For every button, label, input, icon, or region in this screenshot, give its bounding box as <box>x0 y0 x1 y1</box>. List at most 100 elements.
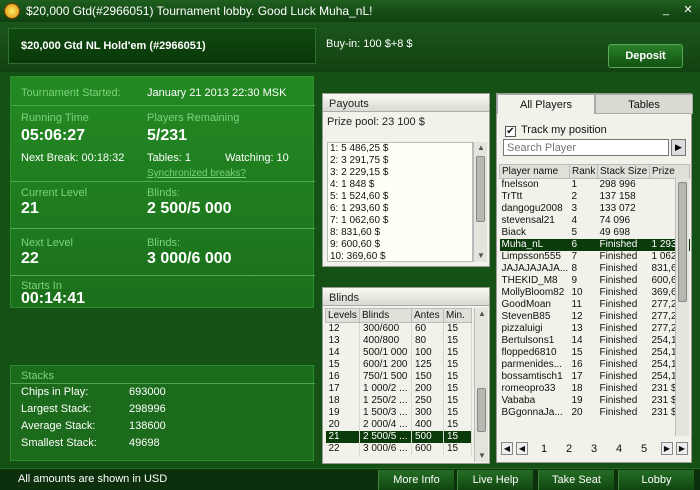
table-row: 22 3 000/6 ... 600 15 <box>325 442 472 455</box>
scroll-down-icon[interactable]: ▼ <box>474 250 488 262</box>
next-level-value: 22 <box>21 250 39 267</box>
scroll-thumb[interactable] <box>678 182 687 302</box>
table-row[interactable]: BGgonnaJa... 20 Finished 231 $ <box>500 407 690 419</box>
cell: Finished <box>599 287 638 298</box>
current-blinds-value: 2 500/5 000 <box>147 200 232 217</box>
page-link[interactable]: 5 <box>641 443 647 455</box>
table-row[interactable]: bossamtisch1 17 Finished 254,1... <box>500 371 690 383</box>
col-header[interactable]: Prize <box>649 164 690 179</box>
starts-in-value: 00:14:41 <box>21 290 86 307</box>
table-row[interactable]: Vababa 19 Finished 231 $ <box>500 395 690 407</box>
cell: 5 <box>571 227 578 238</box>
cell: 20 <box>571 407 583 418</box>
cell: 14 <box>571 335 583 346</box>
live-help-button[interactable]: Live Help <box>457 470 533 490</box>
search-go-icon[interactable]: ▶ <box>671 139 686 156</box>
players-scrollbar[interactable] <box>675 178 689 436</box>
col-header[interactable]: Min. <box>443 308 472 323</box>
track-position-checkbox[interactable]: ✔ <box>505 126 516 137</box>
scroll-up-icon[interactable]: ▲ <box>474 142 488 154</box>
tab-tables[interactable]: Tables <box>595 94 693 114</box>
stack-value: 298996 <box>129 403 166 415</box>
stack-row: Largest Stack: 298996 <box>21 403 311 418</box>
divider <box>11 275 315 276</box>
page-link[interactable]: 1 <box>541 443 547 455</box>
stack-value: 138600 <box>129 420 166 432</box>
table-row[interactable]: JAJAJAJAJA... 8 Finished 831,6... <box>500 263 690 275</box>
cell: 2 <box>571 191 578 202</box>
table-row[interactable]: romeopro33 18 Finished 231 $ <box>500 383 690 395</box>
tournament-info-panel: Tournament Started: January 21 2013 22:3… <box>10 76 315 308</box>
scroll-thumb[interactable] <box>476 156 485 222</box>
next-page-icon[interactable]: ▶ <box>661 442 673 455</box>
page-link[interactable]: 4 <box>616 443 622 455</box>
table-row[interactable]: MollyBloom82 10 Finished 369,6... <box>500 287 690 299</box>
col-header[interactable]: Stack Size <box>597 164 650 179</box>
last-page-icon[interactable]: ▶ <box>676 442 688 455</box>
deposit-button[interactable]: Deposit <box>608 44 683 68</box>
next-break: Next Break: 00:18:32 <box>21 152 125 164</box>
cell: 10 <box>571 287 583 298</box>
tab-all-players[interactable]: All Players <box>497 94 595 114</box>
cell: 600 <box>411 442 444 455</box>
table-row[interactable]: fnelsson 1 298 996 <box>500 179 690 191</box>
table-row[interactable]: Limpsson555 7 Finished 1 062,... <box>500 251 690 263</box>
table-row[interactable]: THEKID_M8 9 Finished 600,6... <box>500 275 690 287</box>
table-row[interactable]: stevensal21 4 74 096 <box>500 215 690 227</box>
minimize-icon[interactable]: _ <box>658 3 674 17</box>
players-tabs: All Players Tables <box>497 94 693 114</box>
scroll-down-icon[interactable]: ▼ <box>475 450 489 462</box>
divider <box>11 383 315 384</box>
table-row[interactable]: Bertulsons1 14 Finished 254,1... <box>500 335 690 347</box>
current-level-value: 21 <box>21 200 39 217</box>
table-row[interactable]: pizzaluigi 13 Finished 277,2... <box>500 323 690 335</box>
col-header[interactable]: Rank <box>569 164 598 179</box>
blinds-scrollbar[interactable]: ▲ ▼ <box>474 308 488 462</box>
cell: Finished <box>599 311 638 322</box>
watching-count: Watching: 10 <box>225 152 289 164</box>
stacks-label: Stacks <box>21 370 55 382</box>
cell: 22 <box>325 442 360 455</box>
payout-item: 8: 831,60 $ <box>330 227 381 238</box>
table-row[interactable]: Biack 5 49 698 <box>500 227 690 239</box>
cell: 19 <box>325 406 360 419</box>
first-page-icon[interactable]: ◀ <box>501 442 513 455</box>
table-row: 20 2 000/4 ... 400 15 <box>325 418 472 431</box>
table-row-selected[interactable]: Muha_nL 6 Finished 1 293,... <box>499 238 690 251</box>
cell: 6 <box>569 238 598 251</box>
cell: 400/800 <box>359 334 412 347</box>
scroll-up-icon[interactable]: ▲ <box>475 308 489 320</box>
lobby-button[interactable]: Lobby <box>618 470 694 490</box>
cell: Bertulsons1 <box>501 335 555 346</box>
close-icon[interactable]: ✕ <box>680 3 696 17</box>
col-header[interactable]: Antes <box>411 308 444 323</box>
pagination: ◀ ◀ 1 2 3 4 5 ▶ ▶ <box>497 438 693 460</box>
col-header[interactable]: Levels <box>325 308 360 323</box>
prev-page-icon[interactable]: ◀ <box>516 442 528 455</box>
payouts-scrollbar[interactable]: ▲ ▼ <box>473 142 487 262</box>
table-row[interactable]: TrTtt 2 137 158 <box>500 191 690 203</box>
scroll-thumb[interactable] <box>477 388 486 432</box>
table-row[interactable]: parmenides... 16 Finished 254,1... <box>500 359 690 371</box>
stack-value: 49698 <box>129 437 160 449</box>
synchronized-breaks-link[interactable]: Synchronized breaks? <box>147 168 246 179</box>
col-header[interactable]: Player name <box>499 164 570 179</box>
table-row[interactable]: dangogu2008 3 133 072 <box>500 203 690 215</box>
page-link[interactable]: 3 <box>591 443 597 455</box>
table-row[interactable]: StevenB85 12 Finished 277,2... <box>500 311 690 323</box>
table-row[interactable]: flopped6810 15 Finished 254,1... <box>500 347 690 359</box>
payout-item: 3: 2 229,15 $ <box>330 167 389 178</box>
cell: parmenides... <box>501 359 563 370</box>
payouts-list[interactable]: 1: 5 486,25 $ 2: 3 291,75 $ 3: 2 229,15 … <box>327 142 473 262</box>
more-info-button[interactable]: More Info <box>378 470 454 490</box>
take-seat-button[interactable]: Take Seat <box>538 470 614 490</box>
search-player-input[interactable] <box>503 139 669 156</box>
track-position-option[interactable]: ✔ Track my position <box>505 124 607 137</box>
table-row[interactable]: GoodMoan 11 Finished 277,2... <box>500 299 690 311</box>
payout-item: 4: 1 848 $ <box>330 179 375 190</box>
cell: bossamtisch1 <box>501 371 563 382</box>
cell: 18 <box>325 394 360 407</box>
col-header[interactable]: Blinds <box>359 308 412 323</box>
page-link[interactable]: 2 <box>566 443 572 455</box>
cell: 300 <box>411 406 444 419</box>
